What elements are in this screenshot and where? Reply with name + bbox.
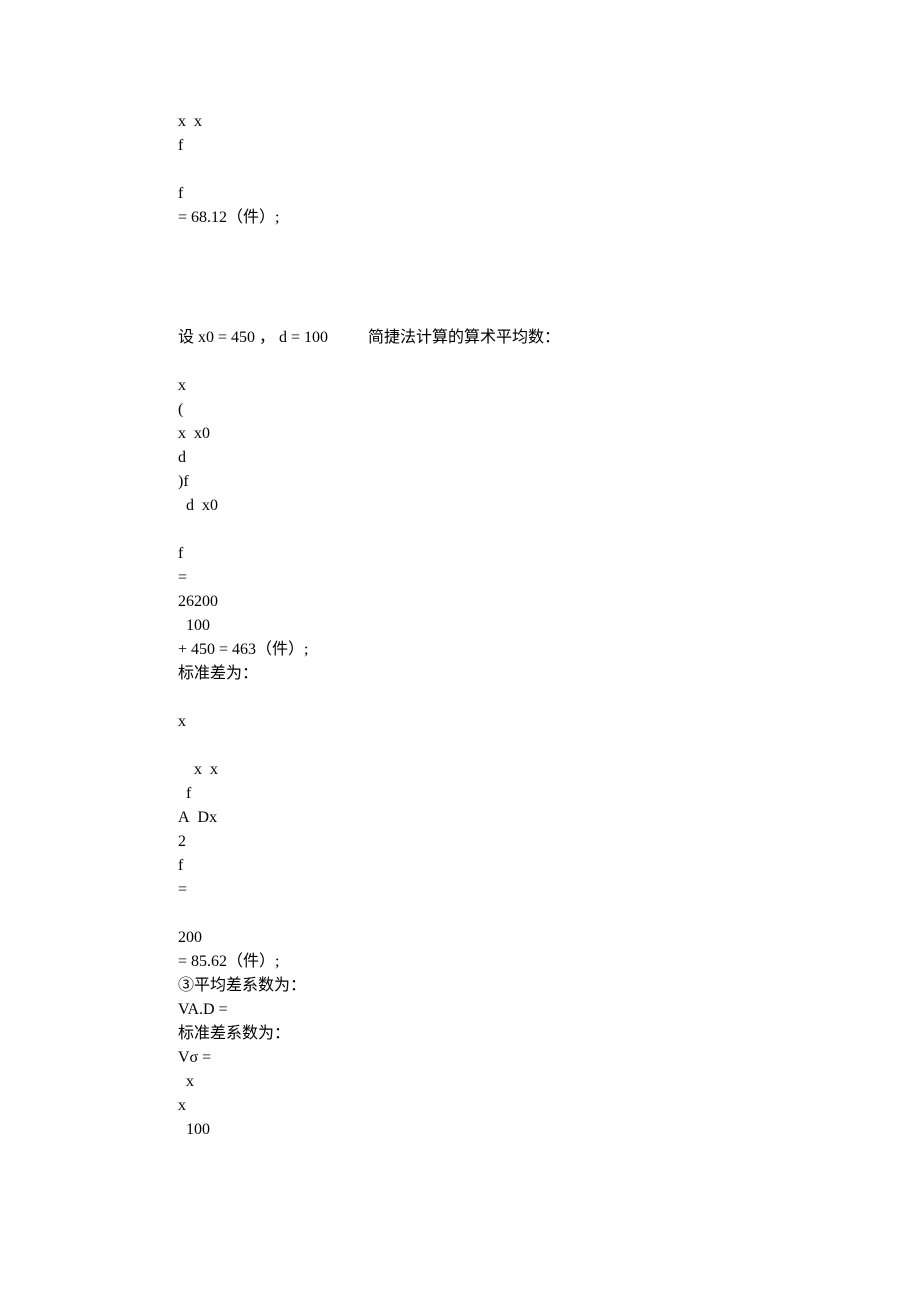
text-line: x [178, 710, 920, 734]
text-line: x x [178, 110, 920, 134]
text-line: + 450 = 463（件）; [178, 638, 920, 662]
text-line: Vσ = [178, 1046, 920, 1070]
text-line: = 85.62（件）; [178, 950, 920, 974]
text-line: = [178, 566, 920, 590]
text-line [178, 734, 920, 758]
text-line: ( [178, 398, 920, 422]
text-line: x x0 [178, 422, 920, 446]
text-line [178, 350, 920, 374]
text-line: x [178, 1094, 920, 1118]
text-line: 标准差为： [178, 662, 920, 686]
text-line: f [178, 542, 920, 566]
blank-gap [178, 902, 920, 926]
text-line: 26200 [178, 590, 920, 614]
text-line: = 68.12（件）; [178, 206, 920, 230]
text-line: f [178, 134, 920, 158]
text-line: d [178, 446, 920, 470]
text-line: f [178, 782, 920, 806]
text-line: )f [178, 470, 920, 494]
text-line: = [178, 878, 920, 902]
text-line: ③平均差系数为： [178, 974, 920, 998]
text-line: x [178, 1070, 920, 1094]
text-line: x [178, 374, 920, 398]
text-line: 200 [178, 926, 920, 950]
text-line: 标准差系数为： [178, 1022, 920, 1046]
text-line [178, 158, 920, 182]
text-line: d x0 [178, 494, 920, 518]
text-line [178, 518, 920, 542]
text-line: VA.D = [178, 998, 920, 1022]
text-line: 设 x0 = 450 ， d = 100 简捷法计算的算术平均数： [178, 326, 920, 350]
text-line: A Dx [178, 806, 920, 830]
document-page: x x f f = 68.12（件）; 设 x0 = 450 ， d = 100… [0, 0, 920, 1302]
text-line: 2 [178, 830, 920, 854]
blank-gap [178, 230, 920, 326]
text-line: 100 [178, 614, 920, 638]
text-line [178, 686, 920, 710]
text-line: f [178, 182, 920, 206]
text-line: f [178, 854, 920, 878]
text-line: 100 [178, 1118, 920, 1142]
text-line: x x [178, 758, 920, 782]
